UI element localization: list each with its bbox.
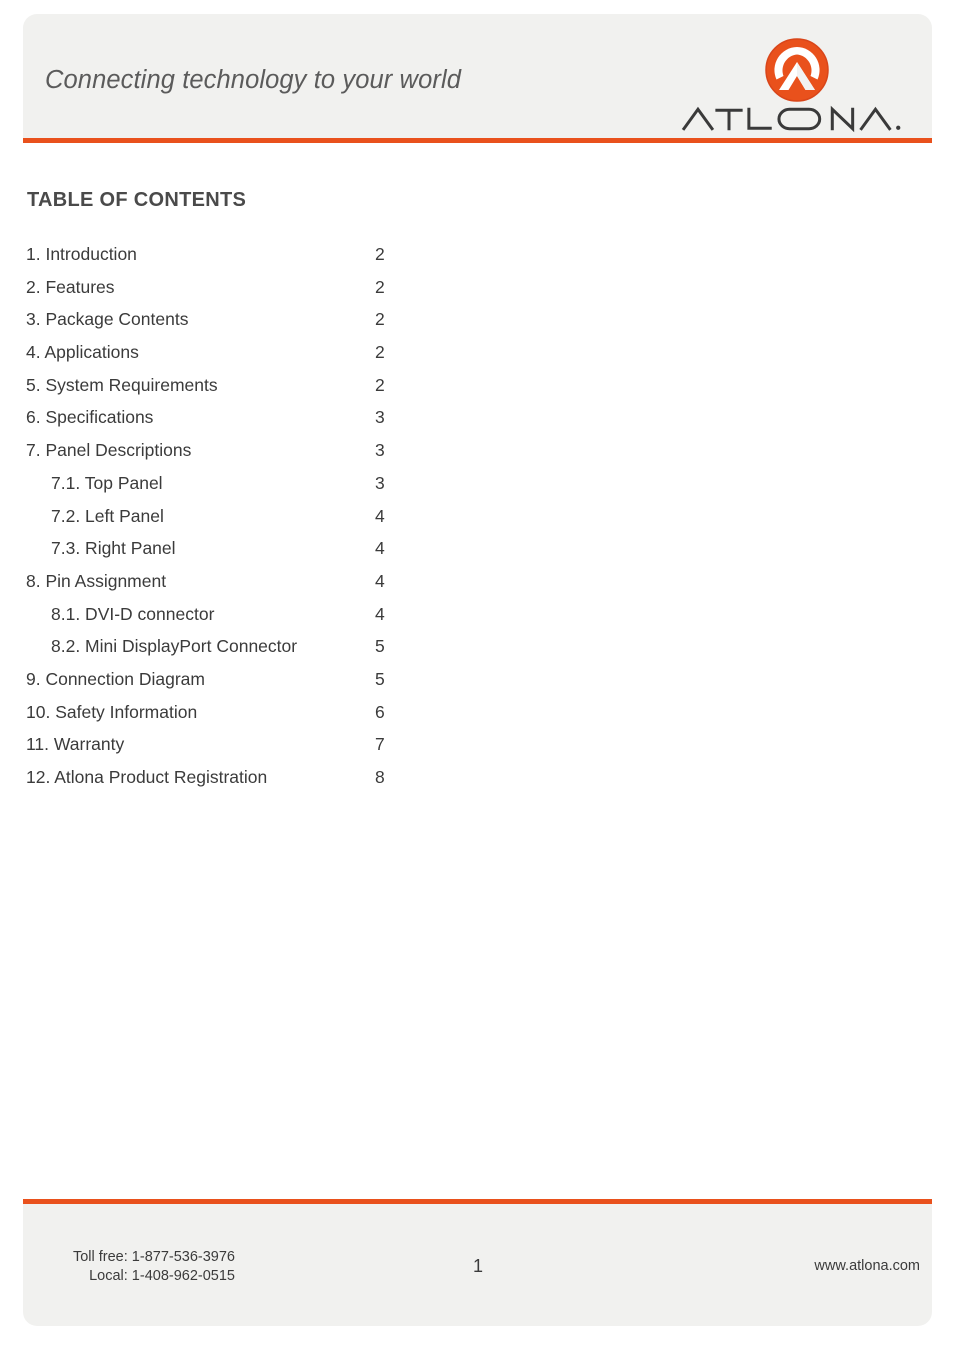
toc-entry[interactable]: 3. Package Contents 2 [0, 309, 520, 342]
toc-entry[interactable]: 2. Features 2 [0, 277, 520, 310]
footer-contact: Toll free: 1-877-536-3976 Local: 1-408-9… [35, 1248, 235, 1287]
toc-entry-label: 2. Features [26, 276, 115, 297]
toc-entry[interactable]: 7.2. Left Panel 4 [0, 506, 520, 539]
toc-entry-page: 4 [375, 570, 385, 591]
toc-entry-page: 6 [375, 701, 385, 722]
toc-entry[interactable]: 8.1. DVI-D connector 4 [0, 604, 520, 637]
table-of-contents: 1. Introduction 2 2. Features 2 3. Package C… [0, 244, 520, 800]
header-tagline: Connecting technology to your world [45, 66, 461, 94]
toc-entry[interactable]: 12. Atlona Product Registration 8 [0, 767, 520, 800]
toc-entry-label: 5. System Requirements [26, 374, 218, 395]
toc-entry-page: 4 [375, 538, 385, 559]
toc-entry[interactable]: 1. Introduction 2 [0, 244, 520, 277]
page-footer: Toll free: 1-877-536-3976 Local: 1-408-9… [23, 1204, 932, 1326]
toc-entry-label: 9. Connection Diagram [26, 668, 205, 689]
atlona-wordmark [672, 104, 914, 138]
toc-entry-page: 3 [375, 407, 385, 428]
toc-entry-page: 4 [375, 603, 385, 624]
atlona-logo [672, 22, 922, 140]
toc-entry[interactable]: 4. Applications 2 [0, 342, 520, 375]
toc-entry-page: 2 [375, 309, 385, 330]
toc-entry-page: 5 [375, 636, 385, 657]
toc-entry-label: 12. Atlona Product Registration [26, 767, 268, 787]
toc-entry-label: 4. Applications [26, 342, 139, 363]
footer-local-phone: Local: 1-408-962-0515 [89, 1268, 235, 1285]
toc-entry[interactable]: 5. System Requirements 2 [0, 375, 520, 408]
toc-entry-page: 3 [375, 440, 385, 461]
toc-entry-label: 1. Introduction [26, 244, 137, 264]
toc-entry-label: 8.2. Mini DisplayPort Connector [51, 636, 298, 657]
toc-entry[interactable]: 11. Warranty 7 [0, 734, 520, 767]
toc-entry-label: 3. Package Contents [26, 309, 189, 330]
toc-entry-label: 7.2. Left Panel [51, 505, 164, 526]
page-header: Connecting technology to your world [23, 14, 932, 138]
toc-entry-page: 2 [375, 244, 385, 264]
toc-entry-page: 2 [375, 374, 385, 395]
footer-page-number: 1 [472, 1256, 483, 1276]
toc-entry[interactable]: 10. Safety Information 6 [0, 702, 520, 735]
toc-entry-label: 6. Specifications [26, 407, 154, 428]
page-title: TABLE OF CONTENTS [27, 189, 247, 211]
toc-entry-page: 8 [375, 767, 385, 787]
toc-entry-label: 7. Panel Descriptions [26, 440, 192, 461]
toc-entry[interactable]: 8. Pin Assignment 4 [0, 571, 520, 604]
toc-entry-label: 11. Warranty [26, 734, 125, 755]
footer-toll-free: Toll free: 1-877-536-3976 [72, 1249, 235, 1265]
toc-entry[interactable]: 7.1. Top Panel 3 [0, 473, 520, 506]
toc-entry[interactable]: 6. Specifications 3 [0, 407, 520, 440]
toc-entry-page: 7 [375, 734, 385, 755]
toc-entry-label: 10. Safety Information [26, 701, 198, 722]
toc-entry-label: 8.1. DVI-D connector [51, 603, 215, 624]
toc-entry-page: 5 [375, 668, 385, 689]
toc-entry-page: 2 [375, 276, 385, 297]
toc-entry[interactable]: 9. Connection Diagram 5 [0, 669, 520, 702]
toc-entry-page: 2 [375, 342, 385, 363]
toc-entry[interactable]: 7. Panel Descriptions 3 [0, 440, 520, 473]
toc-entry[interactable]: 8.2. Mini DisplayPort Connector 5 [0, 636, 520, 669]
header-divider [23, 138, 932, 143]
toc-entry-label: 7.3. Right Panel [51, 538, 176, 559]
toc-entry-label: 8. Pin Assignment [26, 570, 167, 591]
atlona-logo-mark-icon [763, 36, 831, 104]
toc-entry-label: 7.1. Top Panel [51, 472, 163, 493]
footer-website[interactable]: www.atlona.com [814, 1258, 920, 1274]
toc-entry-page: 4 [375, 505, 385, 526]
toc-entry-page: 3 [375, 472, 385, 493]
toc-entry[interactable]: 7.3. Right Panel 4 [0, 538, 520, 571]
